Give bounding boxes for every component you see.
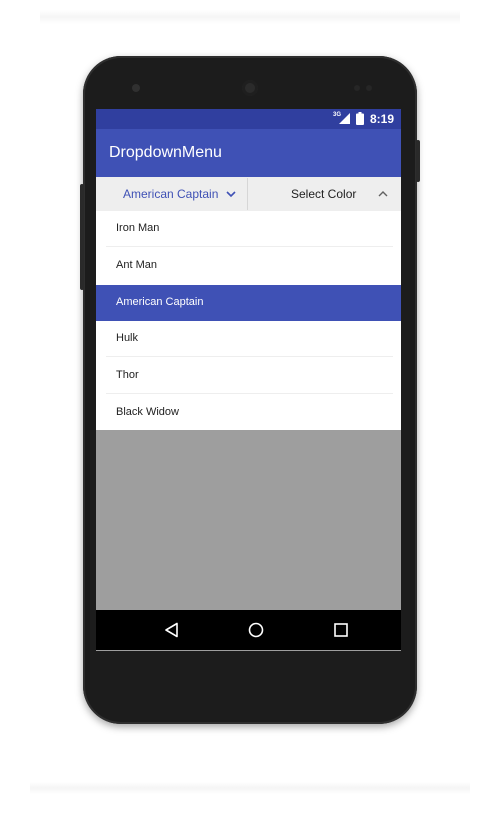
app-title: DropdownMenu: [109, 144, 222, 161]
app-bar: DropdownMenu: [96, 129, 401, 177]
front-camera: [132, 84, 140, 92]
hero-dropdown[interactable]: American Captain: [96, 177, 247, 211]
divider: [106, 393, 393, 394]
dropdown-menu: Iron Man Ant Man American Captain Hulk T…: [96, 211, 401, 430]
menu-item-label: Thor: [116, 369, 139, 381]
light-sensor: [366, 85, 372, 91]
menu-item-label: American Captain: [116, 296, 204, 308]
color-dropdown[interactable]: Select Color: [248, 177, 401, 211]
recents-button[interactable]: [313, 610, 373, 650]
menu-item-label: Black Widow: [116, 406, 179, 418]
menu-item[interactable]: Ant Man: [96, 248, 401, 284]
back-icon: [165, 622, 178, 638]
recents-icon: [334, 623, 348, 637]
power-button: [416, 140, 420, 182]
menu-item-label: Ant Man: [116, 259, 157, 271]
menu-item-label: Iron Man: [116, 222, 160, 234]
divider: [106, 246, 393, 247]
chevron-up-icon: [378, 191, 388, 197]
menu-item[interactable]: Thor: [96, 358, 401, 394]
menu-item-selected[interactable]: American Captain: [96, 285, 401, 321]
battery-icon: [356, 112, 364, 125]
divider: [106, 356, 393, 357]
chevron-down-icon: [226, 191, 236, 198]
back-button[interactable]: [144, 610, 204, 650]
status-time: 8:19: [370, 112, 395, 126]
menu-item-label: Hulk: [116, 332, 139, 344]
proximity-sensor: [354, 85, 360, 91]
device-shadow-bottom: [30, 782, 470, 794]
menu-item[interactable]: Hulk: [96, 321, 401, 357]
signal-icon: [339, 113, 350, 124]
home-icon: [248, 622, 264, 638]
color-dropdown-label: Select Color: [291, 187, 357, 201]
device-shadow-top: [40, 10, 460, 24]
hero-dropdown-label: American Captain: [123, 187, 219, 201]
earpiece-speaker: [242, 80, 258, 96]
menu-item[interactable]: Iron Man: [96, 211, 401, 247]
volume-button: [80, 184, 84, 290]
dropdown-bar: American Captain Select Color: [96, 177, 401, 211]
status-bar: 3G 8:19: [96, 109, 401, 129]
menu-item[interactable]: Black Widow: [96, 395, 401, 431]
screen: 3G 8:19 DropdownMenu American Captain Se…: [96, 109, 401, 651]
navigation-bar: [96, 610, 401, 650]
home-button[interactable]: [228, 610, 288, 650]
